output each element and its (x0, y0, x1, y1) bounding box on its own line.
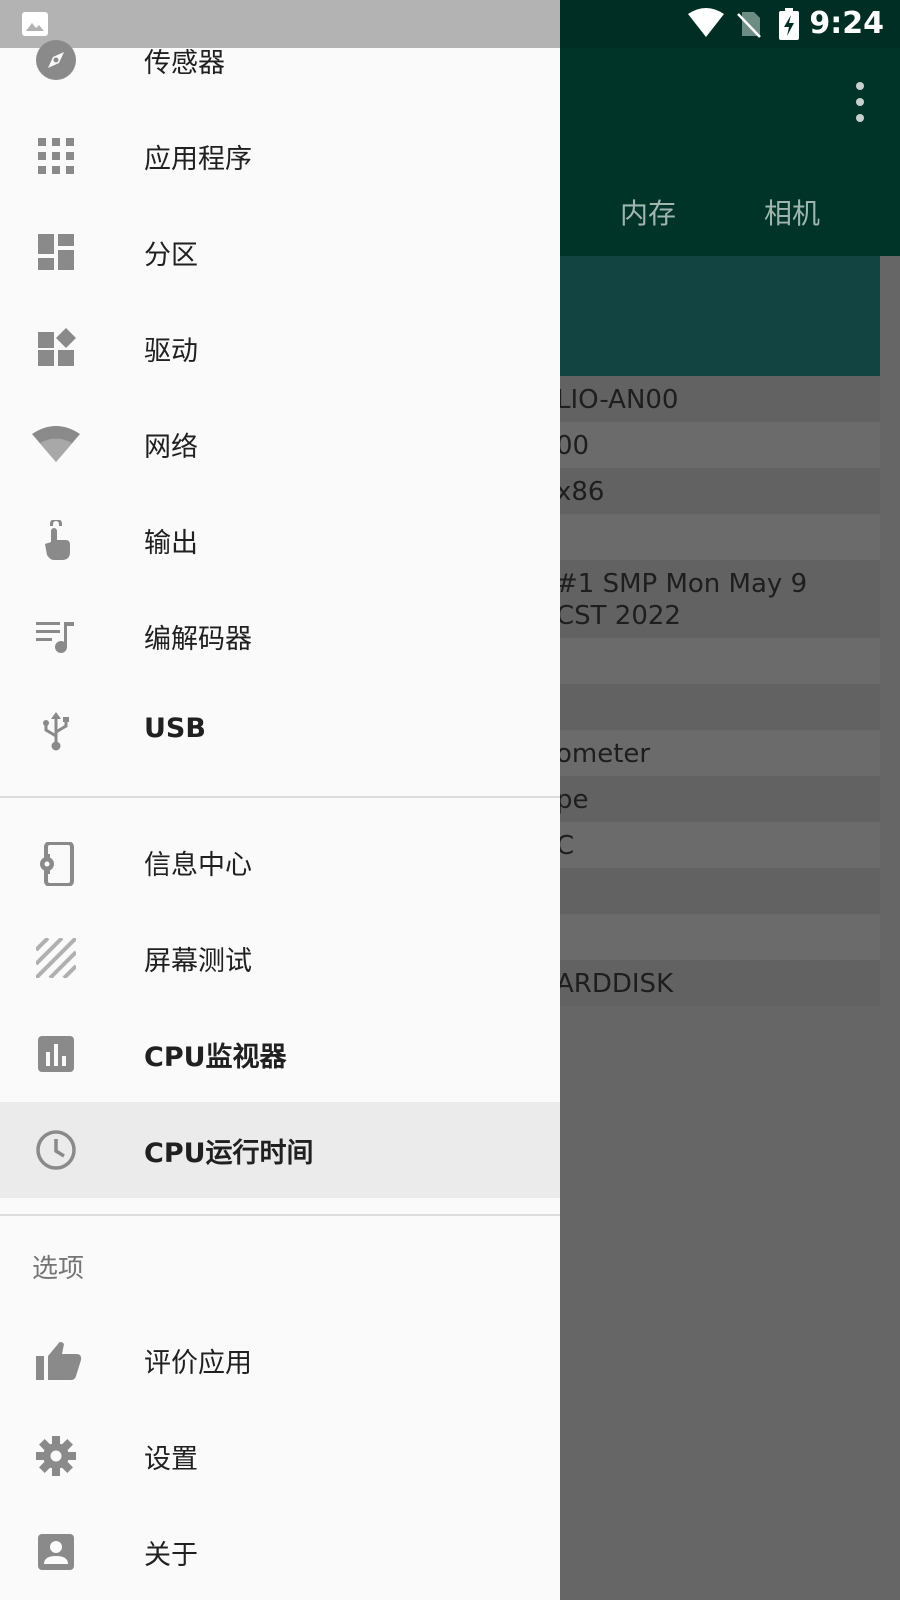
drawer-item-label: 传感器 (144, 48, 225, 79)
touch-icon (36, 520, 76, 560)
drawer-item-label: 屏幕测试 (144, 946, 252, 977)
wifi-status-icon (688, 8, 724, 37)
drawer-item-label: 信息中心 (144, 850, 252, 881)
drawer-item-drivers[interactable]: 驱动 (0, 300, 560, 396)
drawer-item-usb[interactable]: USB (0, 684, 560, 780)
drawer-item-label: 网络 (144, 432, 198, 463)
drawer-item-label: 评价应用 (144, 1348, 252, 1379)
tab-camera: 相机 (764, 197, 821, 230)
drawer-item-about[interactable]: 关于 (0, 1504, 560, 1600)
drawer-item-info-center[interactable]: 信息中心 (0, 814, 560, 910)
stripes-icon (36, 938, 76, 978)
drawer-item-cpu-monitor[interactable]: CPU监视器 (0, 1006, 560, 1102)
account-box-icon (36, 1532, 76, 1572)
clock-icon (36, 1130, 76, 1170)
drawer-item-label: CPU监视器 (144, 1042, 287, 1073)
playlist-music-icon (36, 616, 76, 656)
drawer-item-label: 关于 (144, 1540, 198, 1571)
drawer-item-sensors[interactable]: 传感器 (0, 12, 560, 108)
battery-charging-icon (779, 8, 799, 40)
drawer-item-output[interactable]: 输出 (0, 492, 560, 588)
drawer-item-label: 编解码器 (144, 624, 252, 655)
drawer-item-label: 输出 (144, 528, 198, 559)
drawer-item-cpu-uptime[interactable]: CPU运行时间 (0, 1102, 560, 1198)
drawer-item-label: 应用程序 (144, 144, 252, 175)
navigation-drawer: 传感器 应用程序 分区 驱动 网络 输出 编解码器 USB 信息中心 屏幕测试 … (0, 40, 560, 1600)
drawer-divider (0, 1214, 560, 1216)
status-bar-right: 9:24 (560, 0, 900, 48)
bar-chart-icon (36, 1034, 76, 1074)
status-time: 9:24 (809, 6, 884, 41)
usb-icon (36, 712, 76, 752)
drawer-item-label: USB (144, 713, 206, 744)
drawer-item-screen-test[interactable]: 屏幕测试 (0, 910, 560, 1006)
drawer-item-settings[interactable]: 设置 (0, 1408, 560, 1504)
drawer-item-codecs[interactable]: 编解码器 (0, 588, 560, 684)
drawer-item-label: 设置 (144, 1444, 198, 1475)
tab-memory: 内存 (620, 197, 677, 230)
drawer-item-label: CPU运行时间 (144, 1138, 314, 1169)
no-sim-icon (737, 12, 761, 38)
dashboard-icon (36, 232, 76, 272)
apps-grid-icon (36, 136, 76, 176)
drawer-item-label: 驱动 (144, 336, 198, 367)
drawer-item-network[interactable]: 网络 (0, 396, 560, 492)
drawer-item-apps[interactable]: 应用程序 (0, 108, 560, 204)
drawer-item-label: 分区 (144, 240, 198, 271)
widgets-icon (36, 328, 76, 368)
options-section-header: 选项 (32, 1254, 85, 1284)
gear-icon (36, 1436, 76, 1476)
compass-icon (36, 40, 76, 80)
wifi-icon (32, 424, 80, 464)
thumb-up-icon (36, 1340, 82, 1380)
drawer-item-rate-app[interactable]: 评价应用 (0, 1312, 560, 1408)
drawer-item-partitions[interactable]: 分区 (0, 204, 560, 300)
more-options-icon (856, 82, 864, 122)
drawer-divider (0, 796, 560, 798)
device-settings-icon (36, 842, 76, 886)
